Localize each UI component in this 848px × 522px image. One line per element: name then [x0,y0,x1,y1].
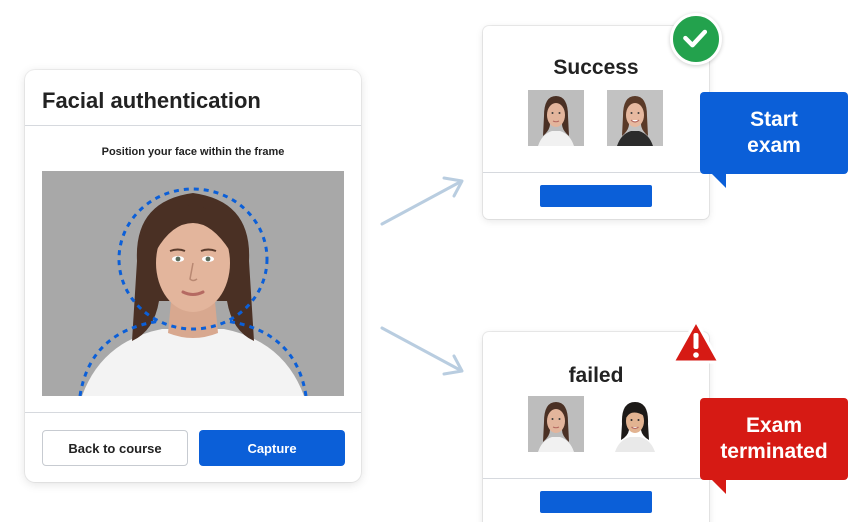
start-exam-bar [540,185,652,207]
callout-tail [712,174,726,188]
callout-tail [712,480,726,494]
divider [25,125,361,126]
failed-title: failed [568,364,624,387]
checkmark-icon [670,13,722,65]
arrow-down-right-icon [380,326,464,376]
terminate-bar [540,491,652,513]
capture-button[interactable]: Capture [199,430,345,466]
reference-photo [528,396,584,452]
captured-photo [607,396,663,452]
exam-terminated-callout: Exam terminated [700,398,848,480]
captured-photo [607,90,663,146]
start-exam-callout: Start exam [700,92,848,174]
divider [483,172,709,173]
camera-preview [42,171,344,396]
arrow-up-right-icon [380,176,464,226]
exam-terminated-text: Exam terminated [720,414,828,463]
divider [25,412,361,413]
warning-icon [670,318,722,366]
facial-auth-card: Facial authentication Position your face… [25,70,361,482]
page-title: Facial authentication [42,88,261,113]
divider [483,478,709,479]
instruction-text: Position your face within the frame [101,146,285,158]
face-portrait-image [42,171,344,396]
start-exam-text: Start exam [747,108,801,157]
back-to-course-button[interactable]: Back to course [42,430,188,466]
reference-photo [528,90,584,146]
